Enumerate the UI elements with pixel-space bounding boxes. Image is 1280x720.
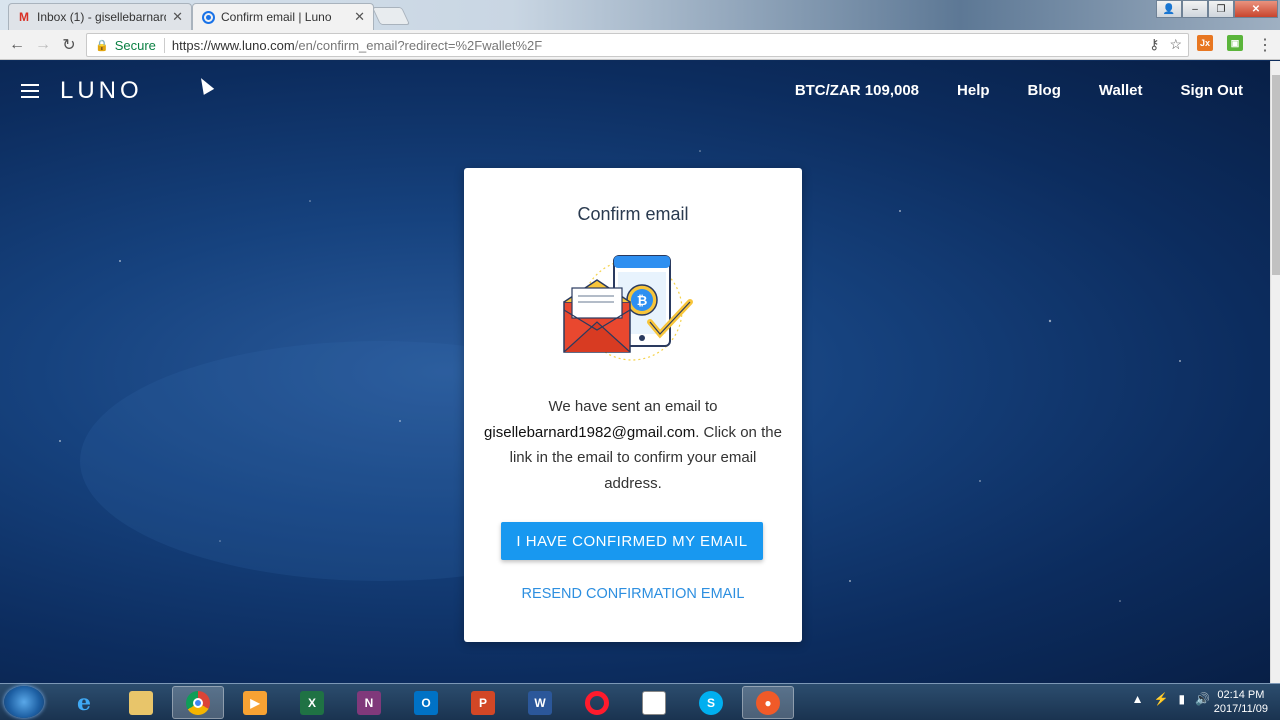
secure-label: Secure	[115, 37, 165, 53]
back-icon[interactable]: ←	[4, 32, 30, 58]
reload-icon[interactable]: ↻	[56, 32, 82, 58]
close-icon[interactable]: ✕	[172, 9, 183, 25]
mouse-cursor-icon	[195, 75, 215, 95]
volume-icon[interactable]: 🔊	[1195, 692, 1210, 706]
new-tab-button[interactable]	[371, 7, 411, 25]
taskbar-clock[interactable]: 02:14 PM 2017/11/09	[1214, 688, 1268, 716]
screen-recorder-icon[interactable]: ●	[742, 686, 794, 719]
tab-gmail[interactable]: M Inbox (1) - gisellebarnard ✕	[8, 3, 192, 30]
window-controls: 👤 – ❐ ✕	[1156, 0, 1278, 18]
start-button[interactable]	[4, 686, 44, 718]
maximize-icon[interactable]: ❐	[1208, 0, 1234, 18]
site-header: LUNO BTC/ZAR 109,008 Help Blog Wallet Si…	[0, 61, 1270, 121]
menu-dots-icon[interactable]: ⋮	[1252, 32, 1278, 58]
onenote-icon[interactable]: N	[343, 686, 395, 719]
outlook-icon[interactable]: O	[400, 686, 452, 719]
url-host: https://www.luno.com	[171, 37, 295, 53]
page-scrollbar[interactable]	[1270, 61, 1280, 683]
url-path: /en/confirm_email?redirect=%2Fwallet%2F	[294, 37, 543, 53]
chrome-icon[interactable]	[172, 686, 224, 719]
powerpoint-icon[interactable]: P	[457, 686, 509, 719]
forward-icon[interactable]: →	[30, 32, 56, 58]
address-bar[interactable]: 🔒 Secure https://www.luno.com/en/confirm…	[86, 33, 1189, 57]
page-body: LUNO BTC/ZAR 109,008 Help Blog Wallet Si…	[0, 61, 1270, 683]
user-email: gisellebarnard1982@gmail.com	[484, 423, 696, 441]
scrollbar-thumb[interactable]	[1272, 75, 1280, 275]
nav-wallet[interactable]: Wallet	[1099, 82, 1143, 99]
minimize-icon[interactable]: –	[1182, 0, 1208, 18]
nav-blog[interactable]: Blog	[1028, 82, 1061, 99]
power-icon[interactable]: ⚡	[1153, 692, 1168, 706]
confirm-email-card: Confirm email ₿ We have sent an email to…	[464, 168, 802, 642]
luno-logo[interactable]: LUNO	[60, 77, 143, 105]
btc-zar-ticker[interactable]: BTC/ZAR 109,008	[795, 82, 919, 99]
word-icon[interactable]: W	[514, 686, 566, 719]
key-icon[interactable]: ⚷	[1149, 36, 1159, 53]
tab-title: Inbox (1) - gisellebarnard	[37, 10, 167, 24]
confirmed-email-button[interactable]: I HAVE CONFIRMED MY EMAIL	[501, 522, 763, 560]
skype-icon[interactable]: S	[685, 686, 737, 719]
windows-taskbar: e ▶ X N O P W S ● ▲ ⚡ ▮ 🔊 02:14 PM 2017/…	[0, 683, 1280, 720]
site-nav: BTC/ZAR 109,008 Help Blog Wallet Sign Ou…	[795, 82, 1243, 99]
ie-icon[interactable]: e	[58, 686, 110, 719]
opera-icon[interactable]	[571, 686, 623, 719]
nav-sign-out[interactable]: Sign Out	[1181, 82, 1244, 99]
card-title: Confirm email	[577, 204, 689, 224]
lock-icon: 🔒	[95, 39, 109, 52]
user-icon[interactable]: 👤	[1156, 0, 1182, 18]
svg-text:₿: ₿	[637, 294, 648, 309]
star-icon[interactable]: ☆	[1169, 36, 1182, 53]
confirmation-message: We have sent an email to gisellebarnard1…	[484, 394, 782, 496]
email-phone-bitcoin-illustration: ₿	[563, 255, 693, 361]
luno-icon	[201, 10, 215, 24]
tab-title: Confirm email | Luno	[221, 10, 332, 24]
gmail-icon: M	[19, 10, 29, 24]
clock-time: 02:14 PM	[1217, 689, 1265, 701]
notepad-icon[interactable]	[628, 686, 680, 719]
pinterest-ext-icon[interactable]: ▣	[1227, 35, 1243, 51]
url-text[interactable]: https://www.luno.com/en/confirm_email?re…	[172, 38, 542, 53]
browser-toolbar: ← → ↻ 🔒 Secure https://www.luno.com/en/c…	[0, 30, 1280, 60]
hamburger-menu-icon[interactable]	[21, 84, 39, 98]
message-prefix: We have sent an email to	[548, 398, 718, 415]
network-icon[interactable]: ▮	[1178, 692, 1185, 706]
browser-tabstrip: M Inbox (1) - gisellebarnard ✕ Confirm e…	[0, 0, 1280, 30]
jx-extension-icon[interactable]: Jx	[1197, 35, 1213, 51]
clock-date: 2017/11/09	[1213, 703, 1268, 715]
system-tray: ▲ ⚡ ▮ 🔊	[1132, 692, 1210, 706]
show-hidden-icons-icon[interactable]: ▲	[1132, 692, 1144, 706]
window-close-icon[interactable]: ✕	[1234, 0, 1278, 18]
media-player-icon[interactable]: ▶	[229, 686, 281, 719]
resend-email-link[interactable]: RESEND CONFIRMATION EMAIL	[464, 586, 802, 602]
close-icon[interactable]: ✕	[354, 9, 365, 25]
excel-icon[interactable]: X	[286, 686, 338, 719]
explorer-icon[interactable]	[115, 686, 167, 719]
nav-help[interactable]: Help	[957, 82, 990, 99]
tab-luno[interactable]: Confirm email | Luno ✕	[192, 3, 374, 30]
